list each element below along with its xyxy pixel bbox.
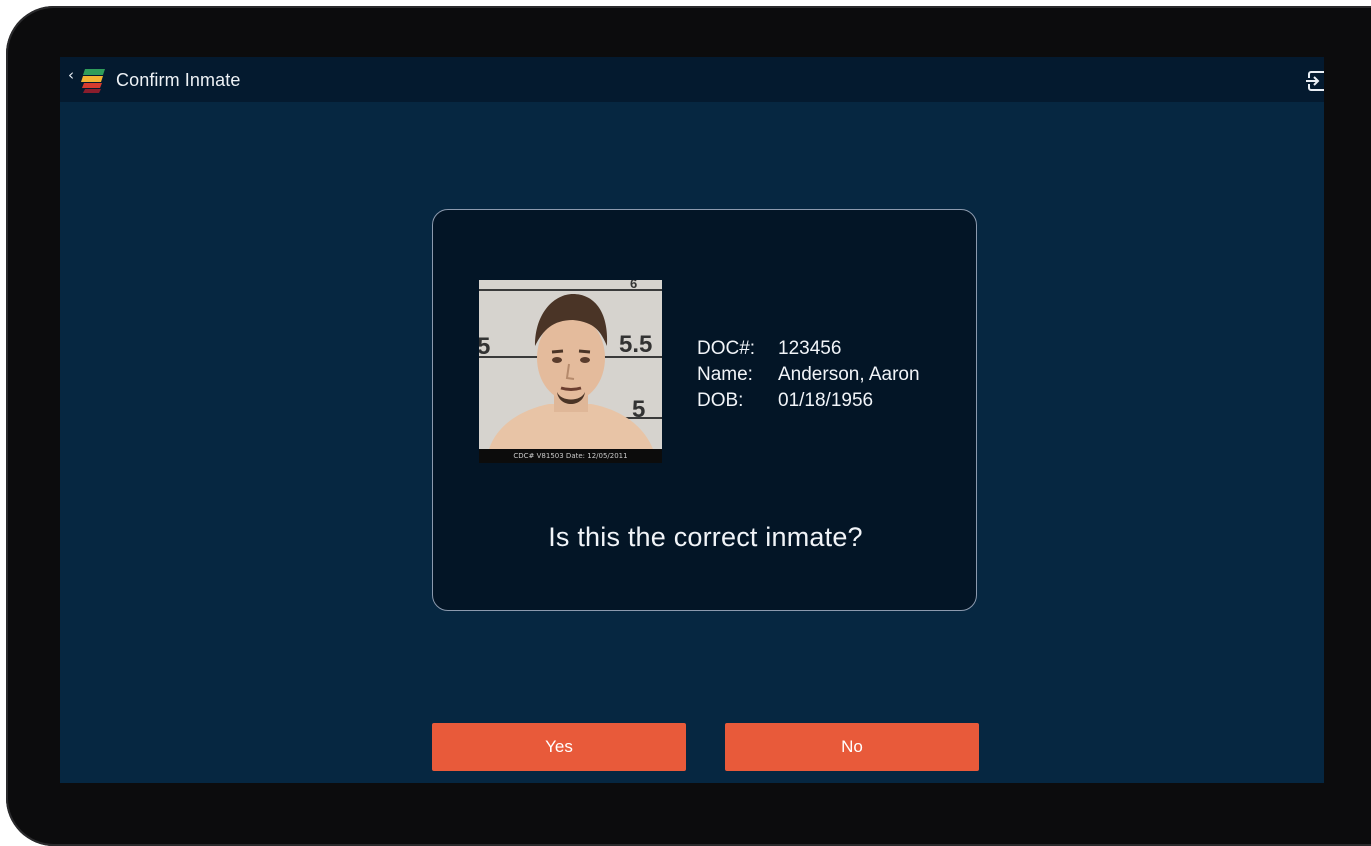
name-value: Anderson, Aaron [778, 364, 920, 385]
page-title: Confirm Inmate [116, 70, 241, 90]
top-bar: ‹ Confirm Inmate [60, 57, 1324, 102]
svg-text:6: 6 [630, 280, 637, 291]
photo-caption: CDC# V81503 Date: 12/05/2011 [479, 449, 662, 463]
app-screen: ‹ Confirm Inmate 6 5 5.5 5 CDC# V81503 D… [60, 57, 1324, 783]
inmate-details: DOC#: 123456 Name: Anderson, Aaron DOB: … [697, 336, 920, 414]
inmate-card: 6 5 5.5 5 CDC# V81503 Date: 12/05/2011 D… [432, 209, 977, 611]
yes-button[interactable]: Yes [432, 723, 686, 771]
height-mark: 5 [479, 333, 490, 360]
mugshot-image: 6 5 5.5 5 [479, 280, 662, 449]
doc-number-value: 123456 [778, 338, 842, 359]
dob-value: 01/18/1956 [778, 390, 874, 411]
no-button[interactable]: No [725, 723, 979, 771]
back-button[interactable]: ‹ [68, 65, 116, 95]
dob-row: DOB: 01/18/1956 [697, 388, 920, 414]
inmate-photo: 6 5 5.5 5 CDC# V81503 Date: 12/05/2011 [479, 280, 662, 463]
chevron-left-icon: ‹ [68, 66, 74, 84]
doc-number-row: DOC#: 123456 [697, 336, 920, 362]
tablet-frame: ‹ Confirm Inmate 6 5 5.5 5 CDC# V81503 D… [6, 6, 1371, 846]
logout-icon[interactable] [1305, 69, 1324, 93]
height-mark: 5 [632, 396, 645, 423]
field-label: DOC#: [697, 338, 756, 359]
name-row: Name: Anderson, Aaron [697, 362, 920, 388]
confirmation-question: Is this the correct inmate? [548, 522, 863, 552]
app-logo-icon [81, 69, 105, 93]
field-label: Name: [697, 364, 753, 385]
height-mark: 5.5 [619, 331, 652, 358]
field-label: DOB: [697, 390, 744, 411]
